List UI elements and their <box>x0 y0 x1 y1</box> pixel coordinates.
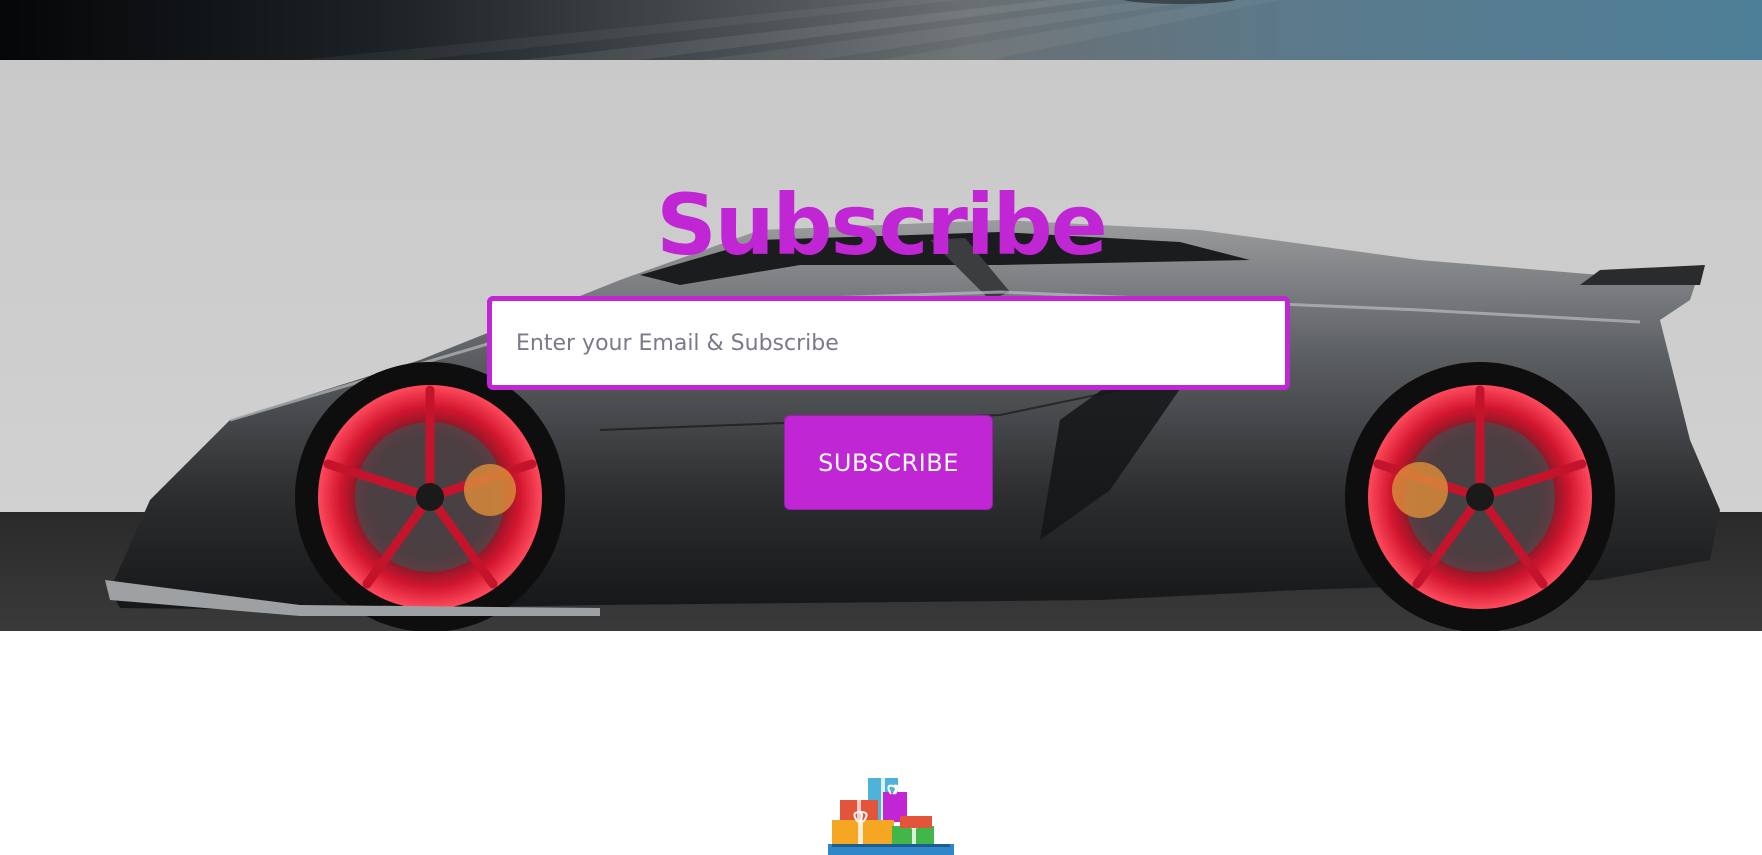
subscribe-hero-section: Subscribe SUBSCRIBE <box>0 60 1762 631</box>
email-input[interactable] <box>492 301 1285 385</box>
banner-light-streaks <box>300 0 1280 60</box>
subscribe-button[interactable]: SUBSCRIBE <box>784 415 993 510</box>
email-field-wrapper <box>487 296 1290 390</box>
gift-boxes-icon <box>828 778 954 855</box>
subscribe-heading: Subscribe <box>656 176 1108 274</box>
top-banner-image <box>0 0 1762 60</box>
